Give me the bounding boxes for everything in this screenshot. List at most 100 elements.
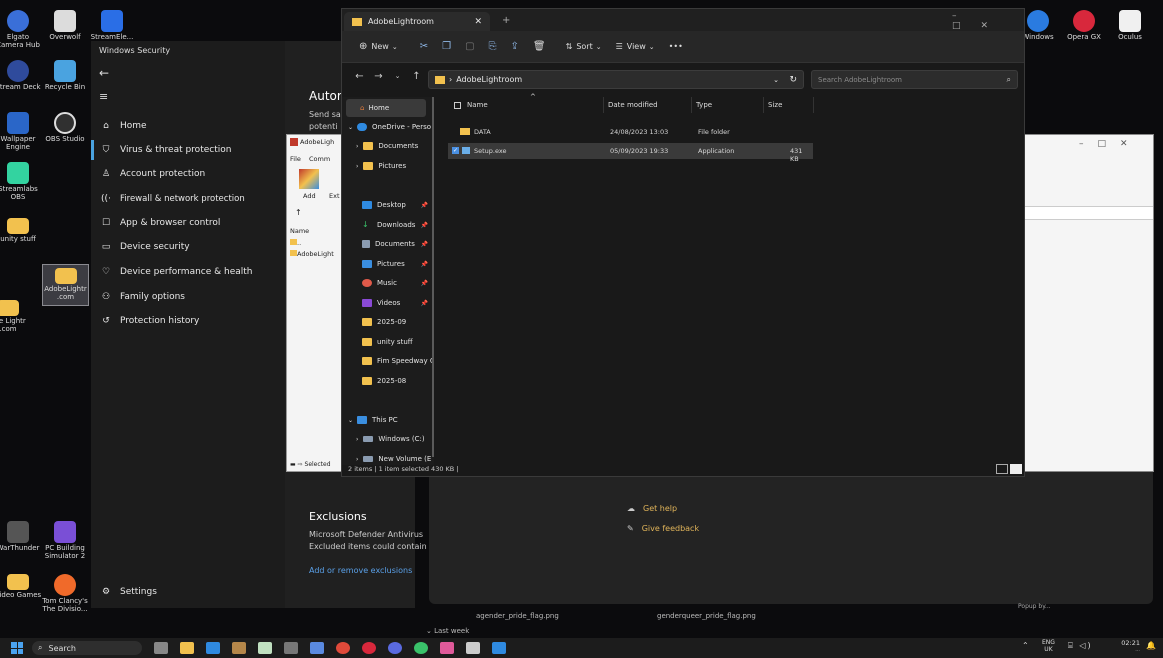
file-name-agender[interactable]: agender_pride_flag.png	[476, 612, 559, 620]
recent-chevron-icon[interactable]: ⌄	[388, 72, 407, 80]
address-bar[interactable]: › AdobeLightroom ⌄ ↻	[428, 70, 804, 89]
paste-button[interactable]: ▢	[458, 36, 481, 58]
notification-bell-icon[interactable]: 🔔	[1146, 641, 1156, 650]
table-row[interactable]: ✓ Setup.exe 05/09/2023 19:33 Application…	[448, 143, 813, 163]
hamburger-menu-icon[interactable]: ≡	[99, 90, 108, 103]
delete-button[interactable]: 🗑	[526, 36, 553, 58]
details-view-icon[interactable]	[996, 464, 1008, 474]
desktop-icon-recycle-bin[interactable]: Recycle Bin	[39, 60, 91, 92]
xbox-icon[interactable]	[258, 642, 272, 654]
clock[interactable]: 02:21...	[1104, 639, 1140, 654]
breadcrumb[interactable]: AdobeLightroom	[456, 75, 522, 84]
nav-item-documents[interactable]: Documents 📌	[342, 235, 432, 253]
taskbar-search[interactable]: ⌕ Search	[32, 641, 142, 655]
column-header-date[interactable]: Date modified	[604, 97, 692, 113]
rename-button[interactable]: ⎘	[482, 36, 504, 58]
nav-item-onedrive[interactable]: ⌄ OneDrive - Perso	[342, 118, 432, 136]
back-icon[interactable]: ←	[350, 71, 369, 82]
table-row[interactable]: DATA 24/08/2023 13:03 File folder	[448, 124, 813, 140]
nav-scrollbar[interactable]	[432, 97, 434, 457]
tab-adobelightroom[interactable]: AdobeLightroom ✕	[344, 12, 490, 31]
settings-icon[interactable]	[466, 642, 480, 654]
new-tab-button[interactable]: +	[502, 15, 510, 26]
nav-protection-history[interactable]: ↺ Protection history	[91, 311, 286, 331]
sort-button[interactable]: ⇅ Sort ⌄	[559, 36, 609, 58]
desktop-icon-elgato[interactable]: Elgato Camera Hub	[0, 10, 44, 49]
discord-icon[interactable]	[388, 642, 402, 654]
menu-file[interactable]: File	[290, 155, 301, 163]
get-help-link[interactable]: ☁ Get help	[627, 504, 677, 513]
steam-icon[interactable]	[310, 642, 324, 654]
list-item[interactable]: ..	[290, 239, 301, 247]
desktop-icon-unity-stuff[interactable]: unity stuff	[0, 214, 44, 244]
nav-firewall-network[interactable]: ((· Firewall & network protection	[91, 189, 286, 209]
desktop-icon-adobelightroom-2[interactable]: obe Lightr .com	[0, 300, 34, 333]
defender-icon[interactable]	[492, 642, 506, 654]
desktop-icon-streamlabs[interactable]: Streamlabs OBS	[0, 162, 44, 201]
nav-device-security[interactable]: ▭ Device security	[91, 237, 286, 257]
language-indicator[interactable]: ENG UK	[1042, 639, 1055, 653]
extract-button-label[interactable]: Ext	[329, 192, 340, 200]
store-icon[interactable]	[206, 642, 220, 654]
nav-home[interactable]: ⌂ Home	[91, 116, 286, 136]
desktop-icon-stream-deck[interactable]: Stream Deck	[0, 60, 44, 92]
refresh-icon[interactable]: ↻	[789, 75, 797, 85]
give-feedback-link[interactable]: ✎ Give feedback	[627, 524, 699, 533]
desktop-icon-streamelements[interactable]: StreamEle...	[86, 10, 138, 42]
nav-item-2025-08[interactable]: 2025-08	[342, 372, 432, 390]
copy-button[interactable]: ❐	[435, 36, 458, 58]
app-icon[interactable]	[440, 642, 454, 654]
desktop-icon-the-division[interactable]: Tom Clancy's The Divisio...	[39, 574, 91, 613]
nav-item-downloads[interactable]: ↓ Downloads 📌	[342, 216, 432, 234]
chrome-icon[interactable]	[336, 642, 350, 654]
spotify-icon[interactable]	[414, 642, 428, 654]
more-options-button[interactable]: •••	[662, 36, 690, 58]
select-all-checkbox[interactable]	[454, 101, 461, 109]
new-button[interactable]: ⊕ New ⌄	[352, 36, 405, 58]
minecraft-icon[interactable]	[232, 642, 246, 654]
task-view-icon[interactable]	[154, 642, 168, 654]
nav-settings[interactable]: ⚙ Settings	[91, 582, 286, 602]
up-icon[interactable]: ↑	[407, 71, 426, 82]
desktop-icon-obs-studio[interactable]: OBS Studio	[39, 112, 91, 144]
add-archive-icon[interactable]	[299, 169, 319, 189]
name-column[interactable]: Name	[290, 227, 309, 235]
checkbox-checked-icon[interactable]: ✓	[452, 147, 459, 154]
nav-family-options[interactable]: ⚇ Family options	[91, 287, 286, 307]
file-name-genderqueer[interactable]: genderqueer_pride_flag.png	[657, 612, 756, 620]
desktop-icon-pc-building-sim[interactable]: PC Building Simulator 2	[39, 521, 91, 560]
nav-item-desktop[interactable]: Desktop 📌	[342, 196, 432, 214]
share-button[interactable]: ⇪	[504, 36, 526, 58]
nav-item-windows-c[interactable]: › Windows (C:)	[342, 430, 432, 448]
desktop-icon-overwolf[interactable]: Overwolf	[39, 10, 91, 42]
desktop-icon-oculus[interactable]: Oculus	[1104, 10, 1156, 42]
search-input[interactable]: Search AdobeLightroom ⌕	[811, 70, 1018, 89]
tray-overflow-icon[interactable]: ⌃	[1022, 641, 1029, 650]
tiles-view-icon[interactable]	[1010, 464, 1022, 474]
view-button[interactable]: ☰ View ⌄	[609, 36, 662, 58]
nav-device-performance[interactable]: ♡ Device performance & health	[91, 262, 286, 282]
nav-item-unity-stuff[interactable]: unity stuff	[342, 333, 432, 351]
desktop-icon-video-games[interactable]: Video Games	[0, 574, 44, 600]
nav-item-home[interactable]: ⌂ Home	[346, 99, 426, 117]
column-header-type[interactable]: Type	[692, 97, 764, 113]
nav-item-new-volume-e[interactable]: › New Volume (E	[342, 450, 432, 465]
column-header-size[interactable]: Size	[764, 97, 814, 113]
nav-item-2025-09[interactable]: 2025-09	[342, 313, 432, 331]
nav-account-protection[interactable]: ♙ Account protection	[91, 164, 286, 184]
nav-item-onedrive-documents[interactable]: › Documents	[342, 137, 432, 155]
cut-button[interactable]: ✂	[413, 36, 435, 58]
nav-item-fim-speedway[interactable]: Fim Speedway G	[342, 352, 432, 370]
desktop-icon-warthunder[interactable]: WarThunder	[0, 521, 44, 553]
network-volume-icon[interactable]: ⌸ ◁)	[1068, 641, 1093, 651]
nav-item-videos[interactable]: Videos 📌	[342, 294, 432, 312]
opera-gx-icon[interactable]	[362, 642, 376, 654]
address-dropdown-icon[interactable]: ⌄	[773, 76, 779, 84]
nav-item-onedrive-pictures[interactable]: › Pictures	[342, 157, 432, 175]
start-button[interactable]	[11, 642, 23, 654]
desktop-icon-opera-gx[interactable]: Opera GX	[1058, 10, 1110, 42]
desktop-icon-adobelightroom[interactable]: AdobeLightr .com	[42, 264, 89, 306]
back-arrow-icon[interactable]: ←	[99, 66, 109, 80]
app-icon[interactable]	[284, 642, 298, 654]
file-explorer-icon[interactable]	[180, 642, 194, 654]
